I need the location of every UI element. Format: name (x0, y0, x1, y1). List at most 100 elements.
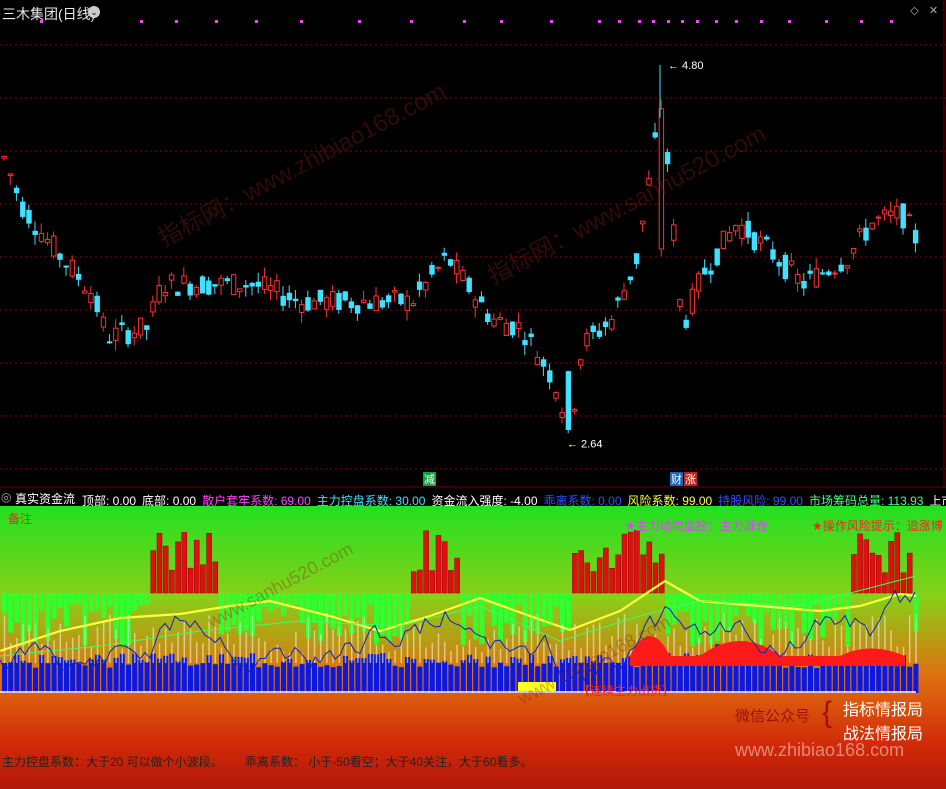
candle (292, 298, 299, 302)
candle (578, 359, 584, 366)
indicator-item: 风险系数: 99.00 (627, 494, 713, 506)
top-marker (598, 20, 601, 23)
collapse-icon[interactable]: ⌄ (88, 6, 100, 18)
candle (788, 260, 795, 266)
top-marker (175, 20, 178, 23)
candle (88, 293, 94, 303)
holding-bar (770, 593, 776, 630)
candle (844, 265, 851, 269)
candle (881, 209, 888, 215)
candle (404, 295, 410, 312)
flow-bar (33, 667, 38, 693)
footer-note-right: 乖离系数： 小于-50看空；大于40关注，大于60看多。 (245, 755, 533, 769)
flow-bar (442, 661, 448, 693)
holding-bar (516, 593, 522, 605)
risk-bar (596, 557, 603, 594)
flow-bar (504, 666, 510, 693)
candle (361, 299, 367, 304)
risk-bar (150, 550, 157, 594)
holding-bar (95, 593, 100, 611)
close-icon[interactable]: ✕ (928, 6, 939, 17)
holding-bar (566, 593, 572, 632)
candle (565, 371, 572, 430)
risk-bar (584, 562, 591, 594)
holding-bar (2, 593, 7, 613)
top-marker (255, 20, 258, 23)
risk-bar (429, 570, 436, 594)
flow-bar (795, 666, 801, 693)
risk-bar (187, 567, 194, 594)
flow-bar (423, 658, 429, 693)
candle (75, 273, 82, 280)
candle (373, 295, 379, 312)
holding-bar (665, 593, 671, 635)
flow-bar (429, 659, 435, 693)
flow-bar (26, 662, 32, 693)
holding-bar (318, 593, 324, 641)
candle (689, 288, 696, 314)
risk-bar (603, 547, 609, 594)
indicator-item: 上市 (929, 494, 946, 506)
candle (44, 238, 51, 244)
indicator-toggle-icon[interactable]: ◎ (1, 490, 11, 504)
candle (323, 297, 330, 310)
flow-bar (2, 663, 7, 693)
candle (286, 292, 293, 301)
candle (51, 235, 57, 257)
flow-bar (101, 659, 107, 693)
candle (38, 232, 45, 242)
candle (150, 301, 156, 313)
indicator-values: 顶部: 0.00 底部: 0.00 散户套牢系数: 69.00 主力控盘系数: 30.… (82, 490, 946, 506)
candle (739, 224, 745, 239)
holding-bar (764, 593, 770, 612)
risk-bar (634, 530, 640, 594)
signal-text: 【连续主力出货】 (578, 684, 675, 698)
candle (379, 300, 386, 308)
flow-bar (243, 657, 249, 693)
holding-bar (231, 593, 237, 626)
candle (708, 270, 714, 275)
candle (826, 271, 832, 276)
candle (187, 283, 193, 296)
candle (720, 230, 727, 249)
candle (131, 332, 138, 339)
holding-bar (392, 593, 398, 636)
holding-bar (801, 593, 807, 634)
candle (342, 291, 348, 301)
holding-bar (715, 593, 720, 642)
price-chart[interactable]: ← 4.80 ← 2.64 减 财涨 (0, 0, 946, 488)
flow-bar (293, 666, 299, 693)
candle (137, 317, 144, 336)
holding-bar (39, 593, 45, 611)
brace-icon: { (822, 696, 833, 729)
candle (280, 295, 286, 306)
candle (857, 228, 863, 233)
candle (162, 292, 169, 297)
flow-bar (814, 667, 820, 693)
flow-bar (361, 658, 367, 693)
candle (485, 313, 491, 323)
candle (423, 281, 429, 291)
flow-bar (454, 666, 460, 693)
indicator-item: 散户套牢系数: 69.00 (202, 494, 311, 506)
risk-bar (454, 557, 460, 594)
indicator-item: 底部: 0.00 (142, 494, 197, 506)
holding-bar (274, 593, 280, 608)
diamond-icon[interactable]: ◇ (909, 6, 920, 17)
flow-bar (212, 664, 218, 693)
candle (230, 274, 237, 295)
footer-note-left: 主力控盘系数：大于20 可以做个小波段。 (2, 755, 223, 769)
risk-bar (441, 541, 448, 594)
risk-bar (863, 539, 870, 594)
risk-bar (212, 561, 219, 594)
candle (7, 173, 14, 177)
candle (354, 305, 361, 314)
holding-bar (225, 593, 231, 632)
candle (218, 277, 224, 286)
risk-bar (169, 569, 175, 594)
holding-bar (460, 593, 466, 646)
holding-bar (132, 593, 138, 611)
flow-bar (491, 667, 497, 693)
holding-bar (752, 593, 758, 624)
holding-bar (14, 593, 20, 623)
